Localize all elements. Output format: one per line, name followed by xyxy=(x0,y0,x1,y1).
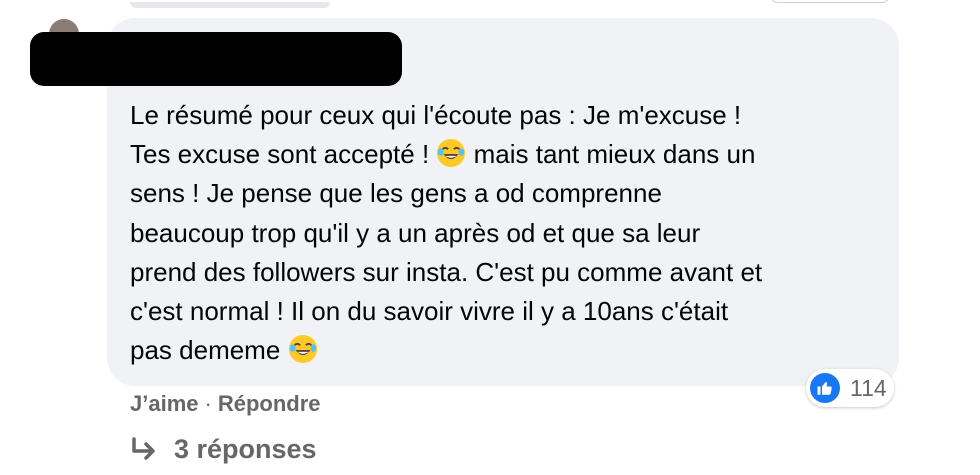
like-button[interactable]: J’aime xyxy=(130,391,199,417)
comment-text: Le résumé pour ceux qui l'écoute pas : J… xyxy=(130,96,890,370)
comment-line-2a: Tes excuse sont accepté ! xyxy=(130,139,437,170)
like-icon xyxy=(810,373,840,403)
comment-line-2b: mais tant mieux dans un xyxy=(466,139,756,170)
reaction-summary[interactable]: 114 xyxy=(806,369,894,407)
previous-comment-reaction xyxy=(770,0,890,3)
view-replies-button[interactable]: 3 réponses xyxy=(130,434,317,465)
laughing-tears-emoji xyxy=(288,335,317,364)
reaction-count: 114 xyxy=(850,374,887,401)
comment-line-5: prend des followers sur insta. C'est pu … xyxy=(130,256,763,287)
comment-line-4: beaucoup trop qu'il y a un après od et q… xyxy=(130,217,701,248)
reply-arrow-icon xyxy=(132,436,155,460)
comment-line-6: c'est normal ! Il on du savoir vivre il … xyxy=(130,296,729,327)
action-separator: · xyxy=(204,391,212,416)
laughing-tears-emoji xyxy=(437,139,466,168)
redaction-box xyxy=(30,32,402,86)
comment-line-3: sens ! Je pense que les gens a od compre… xyxy=(130,178,662,209)
comment-line-7: pas dememe xyxy=(130,335,288,366)
previous-comment-actions xyxy=(130,0,330,8)
reply-button[interactable]: Répondre xyxy=(218,391,321,417)
comment-actions: J’aime · Répondre xyxy=(130,391,321,417)
comment-line-1: Le résumé pour ceux qui l'écoute pas : J… xyxy=(130,100,742,130)
replies-label: 3 réponses xyxy=(174,434,317,464)
